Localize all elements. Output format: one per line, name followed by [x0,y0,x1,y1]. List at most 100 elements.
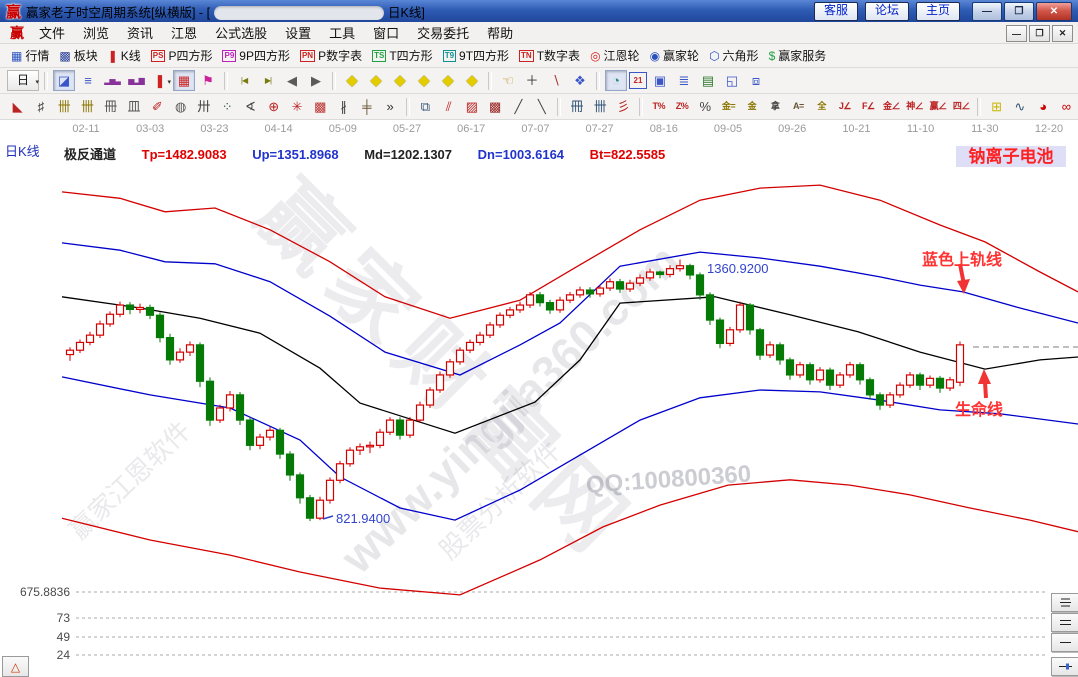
col-grid-a-icon[interactable]: 冊 [566,96,587,117]
customer-service-button[interactable]: 客服 [814,2,858,21]
homepage-button[interactable]: 主页 [916,2,960,21]
menu-browse[interactable]: 浏览 [74,23,118,42]
panel-two-lines-button[interactable] [1051,613,1078,632]
list-doc-icon[interactable]: ≣ [673,70,695,91]
image-view-icon[interactable]: ▤ [697,70,719,91]
diamond-left-icon[interactable]: ◆ [341,70,363,91]
hatch-target-icon[interactable]: ▩ [310,96,331,117]
mdi-close-button[interactable]: ✕ [1052,25,1073,42]
panel-three-lines-button[interactable] [1051,593,1078,612]
chart-canvas[interactable] [0,120,1078,677]
hash-grid-icon[interactable]: ♯ [30,96,51,117]
gold-eq-icon[interactable]: 金= [718,96,739,117]
diamond-cross-icon[interactable]: ◆ [413,70,435,91]
kline-button[interactable]: ❚K线 [108,47,141,64]
mdi-restore-button[interactable]: ❐ [1029,25,1050,42]
a-eq-icon[interactable]: A= [788,96,809,117]
star-target-icon[interactable]: ✳ [286,96,307,117]
9p-square-button[interactable]: P99P四方形 [222,47,289,64]
maximize-button[interactable]: ❐ [1004,2,1034,21]
close-button[interactable]: ✕ [1036,2,1072,21]
gann-grid-a-icon[interactable]: 卌 [54,96,75,117]
quotes-button[interactable]: ▦行情 [11,47,49,64]
zigzag-window-icon[interactable]: ◪ [53,70,75,91]
bars-small-b-icon[interactable]: ▅▂▆ [125,70,147,91]
wave-icon[interactable]: ∿ [1009,96,1030,117]
winner-wheel-button[interactable]: ◉赢家轮 [650,47,700,64]
diamond-burst-icon[interactable]: ◆ [461,70,483,91]
more-chevron-icon[interactable]: » [380,96,401,117]
candle-period-icon[interactable]: ❚▾ [149,70,171,91]
gann-grid-b-icon[interactable]: 卌 [77,96,98,117]
menu-news[interactable]: 资讯 [118,23,162,42]
p-square-button[interactable]: PSP四方形 [151,47,213,64]
p-number-table-button[interactable]: PNP数字表 [300,47,362,64]
compass-icon[interactable]: ⊕ [263,96,284,117]
frame-tool-icon[interactable]: ⧉ [415,96,436,117]
diamond-plus-icon[interactable]: ◆ [389,70,411,91]
cross-grid-icon[interactable]: ╪ [356,96,377,117]
j-line-icon[interactable]: J∠ [834,96,855,117]
sectors-button[interactable]: ▩板块 [59,47,97,64]
skip-start-icon[interactable]: |◀ [233,70,255,91]
menu-window[interactable]: 窗口 [364,23,408,42]
menu-settings[interactable]: 设置 [276,23,320,42]
step-back-icon[interactable]: ◀ [281,70,303,91]
gold-icon[interactable]: 金 [741,96,762,117]
gold-line-icon[interactable]: 金∠ [881,96,902,117]
grab-icon[interactable]: 拿 [764,96,785,117]
col-grid-b-icon[interactable]: 卌 [590,96,611,117]
forum-button[interactable]: 论坛 [865,2,909,21]
red-pie-icon[interactable]: ◕ [1033,96,1054,117]
pattern-box-icon[interactable]: ❖ [569,70,591,91]
winner-service-button[interactable]: $赢家服务 [769,47,827,64]
flag-icon[interactable]: ⚑ [197,70,219,91]
hatch-box-icon[interactable]: ▨ [461,96,482,117]
menu-file[interactable]: 文件 [30,23,74,42]
dot-grid-icon[interactable]: ⁘ [217,96,238,117]
quan-icon[interactable]: 全 [811,96,832,117]
skip-end-icon[interactable]: ▶| [257,70,279,91]
monitor-icon[interactable]: ▣ [649,70,671,91]
fold-angle-icon[interactable]: ∢ [240,96,261,117]
grid-tall-icon[interactable]: 冊 [100,96,121,117]
overlay-toggle-button[interactable]: △ [2,656,29,677]
doc-note-icon[interactable]: ≡ [77,70,99,91]
brush-icon[interactable]: ✐ [147,96,168,117]
angle-draw-icon[interactable]: ∖ [545,70,567,91]
diamond-star-icon[interactable]: ◆ [437,70,459,91]
mdi-minimize-button[interactable]: — [1006,25,1027,42]
data-export-icon[interactable]: ⧈ [745,70,767,91]
panel-splitter-button[interactable] [1051,657,1078,676]
percent-icon[interactable]: % [695,96,716,117]
menu-tools[interactable]: 工具 [320,23,364,42]
grid-flat-icon[interactable]: 皿 [123,96,144,117]
calendar-21-icon[interactable]: 21 [629,72,647,89]
slash-line-icon[interactable]: ╱ [508,96,529,117]
quote-angle-icon[interactable]: ∦ [333,96,354,117]
menu-trade-order[interactable]: 交易委托 [408,23,478,42]
moon-chart-icon[interactable]: ◔ [605,70,627,91]
menu-gann[interactable]: 江恩 [162,23,206,42]
hash-b-icon[interactable]: 卅 [193,96,214,117]
red-frame-icon[interactable]: ▦ [173,70,195,91]
menu-formula-pick[interactable]: 公式选股 [206,23,276,42]
z-percent-icon[interactable]: Z% [671,96,692,117]
annotation-sodium-battery[interactable]: 钠离子电池 [956,146,1066,167]
diamond-right-icon[interactable]: ◆ [365,70,387,91]
bars-small-a-icon[interactable]: ▂▅▃ [101,70,123,91]
backslash-line-icon[interactable]: ╲ [531,96,552,117]
f-line-icon[interactable]: F∠ [858,96,879,117]
9t-square-button[interactable]: T99T四方形 [443,47,509,64]
menu-help[interactable]: 帮助 [478,23,522,42]
circle-grid-icon[interactable]: ◍ [170,96,191,117]
four-line-icon[interactable]: 四∠ [951,96,972,117]
t-square-button[interactable]: TST四方形 [372,47,433,64]
god-line-icon[interactable]: 神∠ [904,96,925,117]
crosshair-icon[interactable]: ＋ [521,70,543,91]
win-line-icon[interactable]: 赢∠ [927,96,948,117]
hexagon-button[interactable]: ⬡六角形 [709,47,759,64]
t-percent-icon[interactable]: T% [648,96,669,117]
strokes-icon[interactable]: 彡 [613,96,634,117]
period-day-icon[interactable]: 日▾ [7,70,39,91]
